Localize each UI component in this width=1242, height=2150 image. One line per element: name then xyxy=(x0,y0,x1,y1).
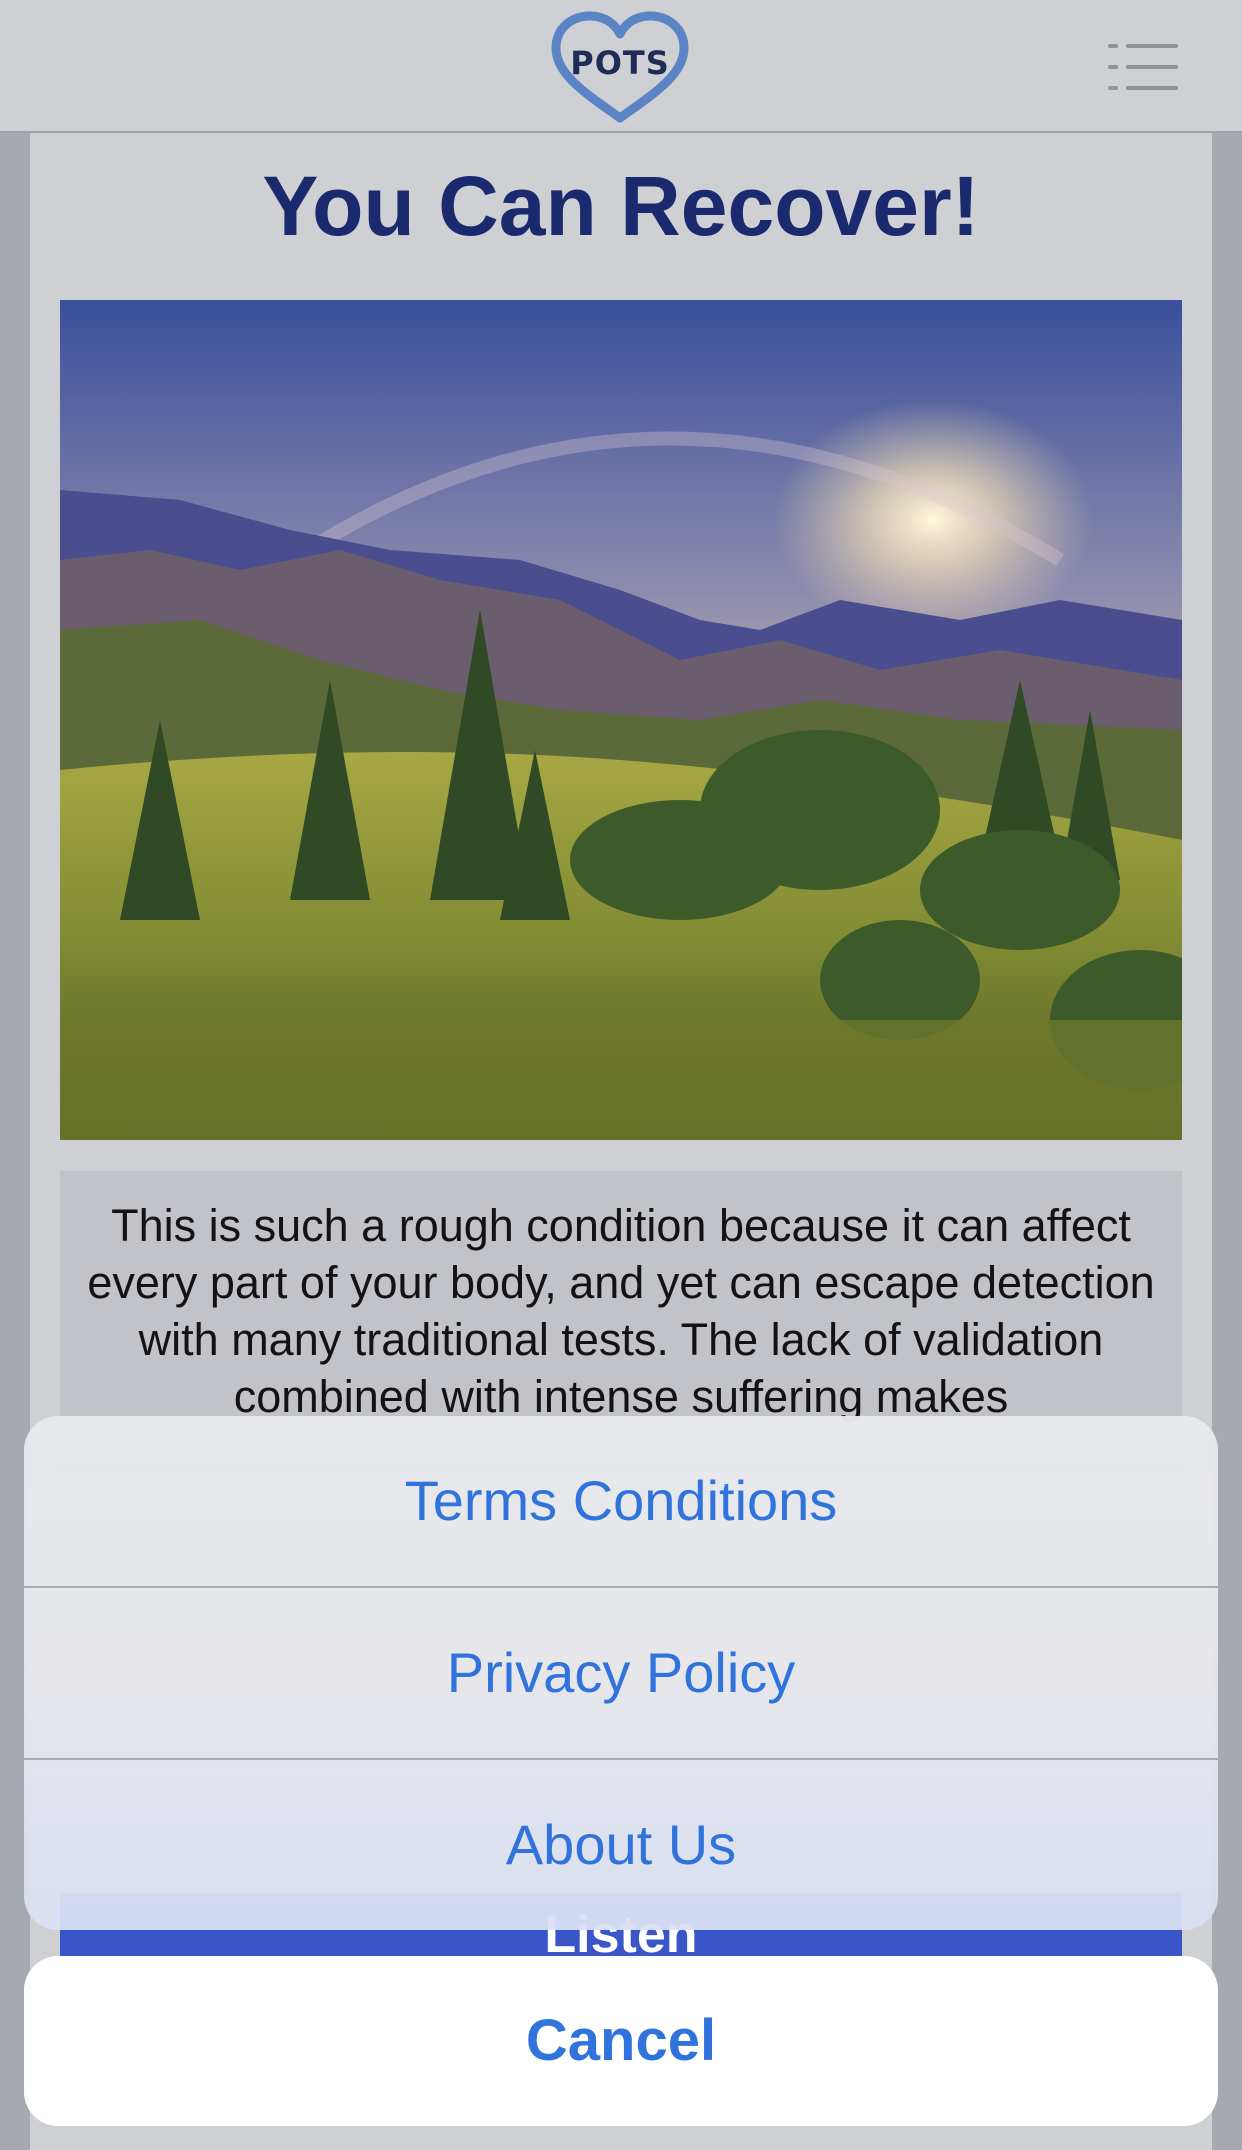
page-title: You Can Recover! xyxy=(262,159,980,253)
list-menu-icon xyxy=(1108,44,1178,90)
pots-logo[interactable]: POTS xyxy=(550,10,690,128)
hero-image xyxy=(60,300,1182,1140)
cancel-button[interactable]: Cancel xyxy=(24,1956,1218,2126)
action-sheet: Terms Conditions Privacy Policy About Us xyxy=(24,1416,1218,1930)
mountain-landscape-image xyxy=(60,300,1182,1140)
about-us-option[interactable]: About Us xyxy=(24,1760,1218,1930)
privacy-policy-option[interactable]: Privacy Policy xyxy=(24,1588,1218,1758)
logo-text: POTS xyxy=(570,44,670,82)
list-menu-button[interactable] xyxy=(1108,40,1178,94)
terms-conditions-option[interactable]: Terms Conditions xyxy=(24,1416,1218,1586)
app-header: POTS xyxy=(0,0,1242,133)
description-text: This is such a rough condition because i… xyxy=(87,1200,1155,1422)
